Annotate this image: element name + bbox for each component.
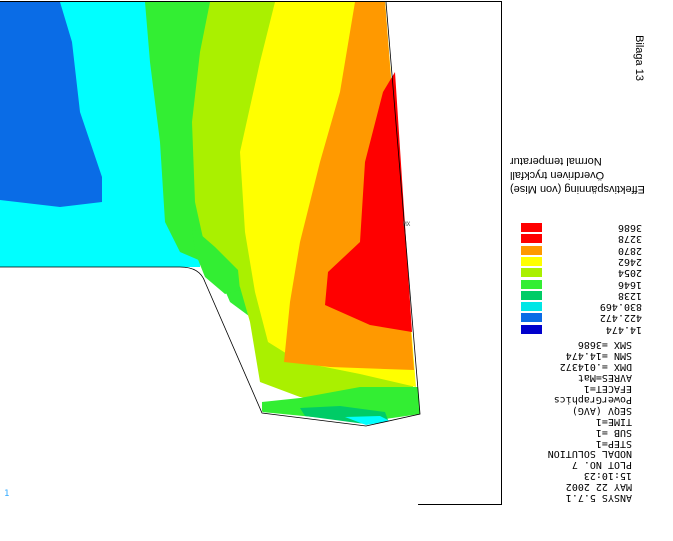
- info-line: PLOT NO. 7: [571, 459, 632, 471]
- legend-color-swatch: [521, 245, 542, 255]
- info-line: STEP=1: [595, 437, 632, 449]
- legend-value: 2462: [617, 255, 642, 267]
- plot-title-line-3: Normal temperatur: [510, 155, 602, 167]
- info-line: ANSYS 5.7.1: [565, 492, 632, 503]
- legend-value: 2870: [617, 244, 642, 256]
- contour-plot-area: MX 1: [0, 1, 502, 506]
- info-line: EFACET=1: [583, 383, 632, 394]
- legend-value: 3686: [617, 222, 642, 233]
- legend-color-swatch: [521, 268, 542, 278]
- info-line: PowerGraphics: [553, 393, 632, 405]
- legend-entry: 14.474: [512, 324, 652, 335]
- axis-triad-label: 1: [4, 489, 10, 499]
- info-line: AVRES=Mat: [577, 372, 632, 384]
- info-line: NODAL SOLUTION: [547, 448, 632, 460]
- max-node-marker: MX: [403, 221, 411, 228]
- legend-entry: 2054: [512, 267, 652, 278]
- stress-contour-plot: [0, 2, 421, 506]
- legend-panel: Bilaga 13 Effektivspänning (von Mise) Öv…: [504, 0, 673, 541]
- legend-value: 3278: [617, 233, 642, 245]
- page-label: Bilaga 13: [632, 35, 645, 81]
- legend-color-swatch: [521, 234, 542, 244]
- legend-color-swatch: [521, 302, 542, 312]
- legend-value: 1238: [617, 289, 642, 301]
- legend-value: 830.469: [599, 301, 642, 313]
- legend-entry: 3686: [512, 222, 652, 233]
- legend-color-swatch: [521, 256, 542, 266]
- info-line: SEQV (AVG): [571, 404, 632, 416]
- info-line: MAY 22 2002: [565, 481, 632, 493]
- info-line: DMX =.014372: [559, 361, 632, 373]
- legend-color-swatch: [521, 279, 542, 289]
- info-line: 15:10:23: [583, 470, 632, 482]
- legend-value: 422.472: [599, 312, 642, 324]
- legend-value: 2054: [617, 267, 642, 279]
- legend-color-swatch: [521, 290, 542, 300]
- plot-title-line-1: Effektivspänning (von Mise): [510, 183, 645, 195]
- info-line: TIME=1: [595, 415, 632, 427]
- legend-entry: 422.472: [512, 312, 652, 323]
- plot-title-line-2: Överdriven tryckfall: [510, 169, 605, 181]
- legend-entry: 830.469: [512, 301, 652, 312]
- legend-entry: 2870: [512, 245, 652, 256]
- info-line: SUB =1: [595, 426, 632, 438]
- legend-entry: 2462: [512, 256, 652, 267]
- info-line: SMN =14.474: [565, 350, 632, 362]
- legend-entry: 1646: [512, 279, 652, 290]
- legend-color-swatch: [521, 223, 542, 232]
- legend-value: 1646: [617, 278, 642, 290]
- legend-color-swatch: [521, 313, 542, 323]
- info-line: SMX =3686: [577, 339, 632, 351]
- legend-entry: 3278: [512, 233, 652, 244]
- legend-color-swatch: [521, 324, 542, 334]
- legend-value: 14.474: [605, 323, 642, 335]
- legend-entry: 1238: [512, 290, 652, 301]
